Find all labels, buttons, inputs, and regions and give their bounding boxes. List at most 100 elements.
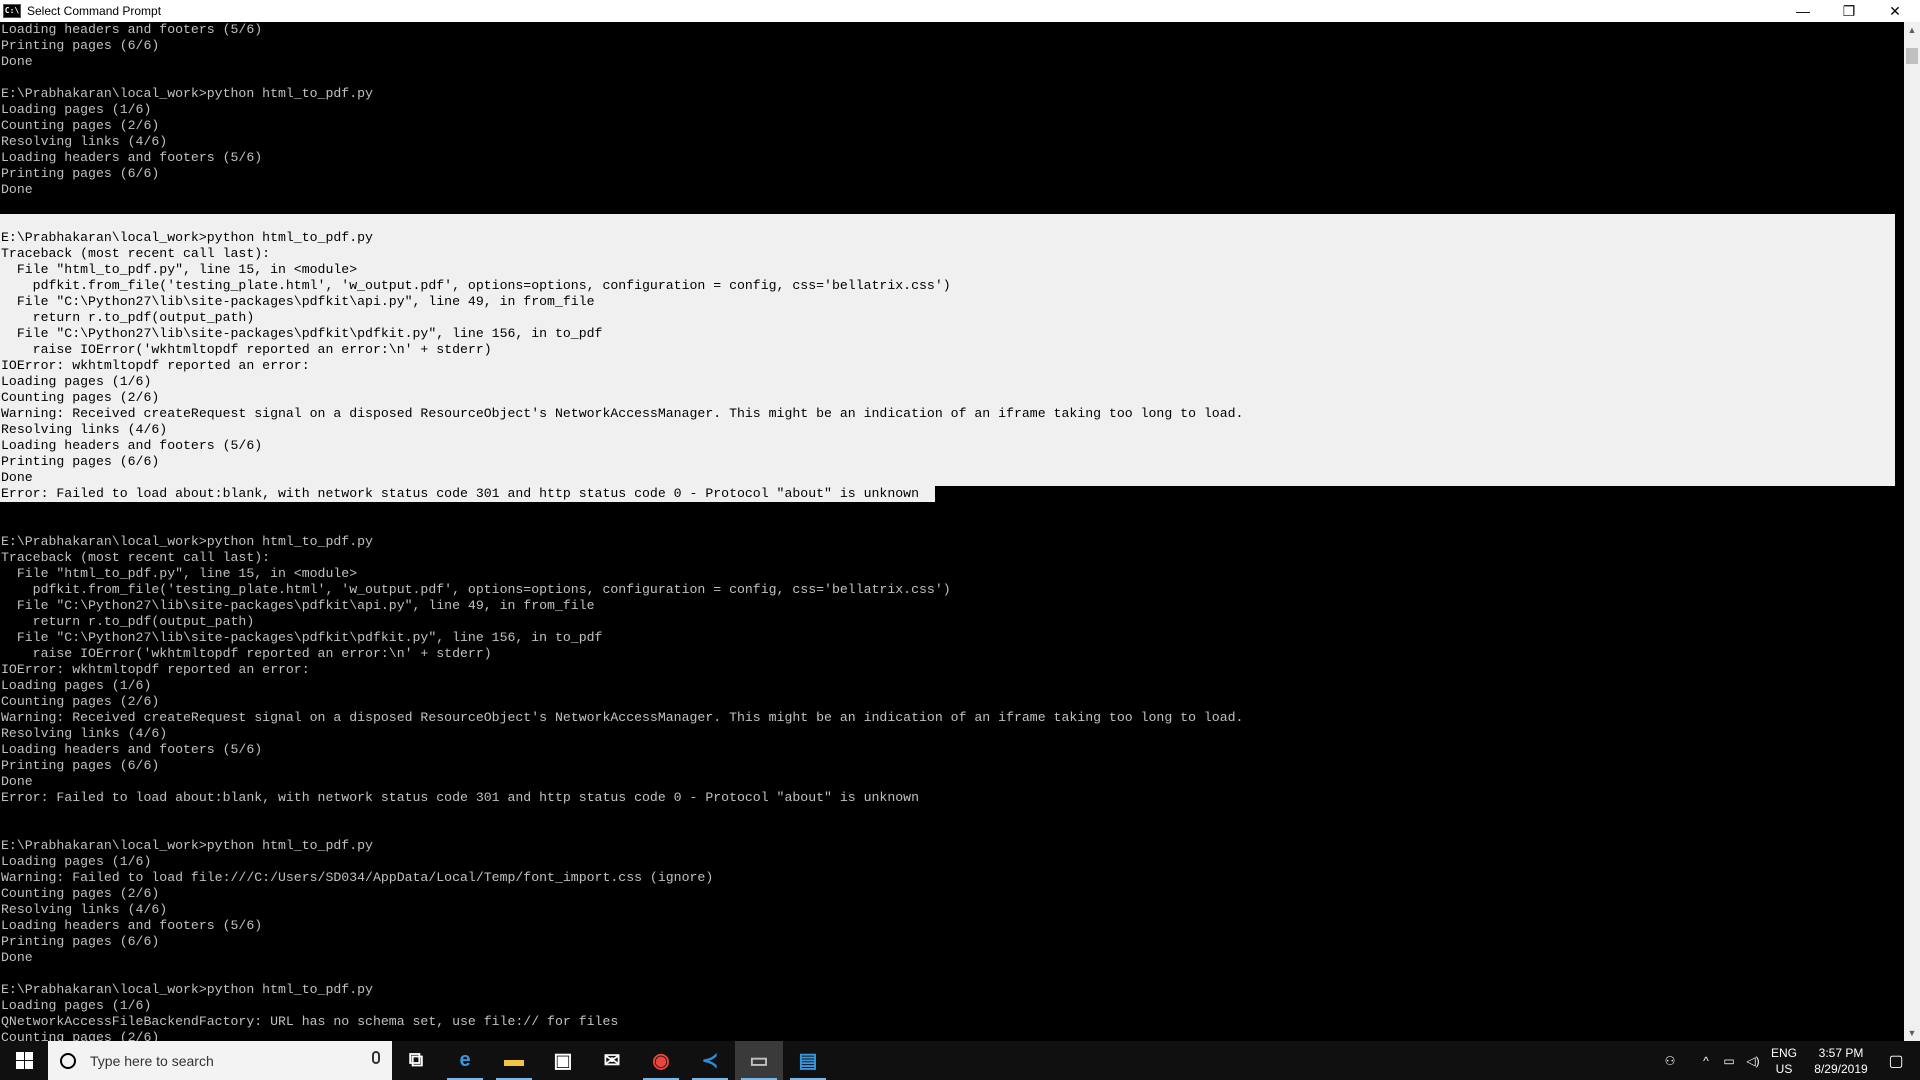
mail-icon: ✉ xyxy=(603,1050,621,1072)
console-line: Loading headers and footers (5/6) xyxy=(0,438,1895,454)
console-line: Loading pages (1/6) xyxy=(0,374,1895,390)
clock-date: 8/29/2019 xyxy=(1814,1061,1868,1076)
console-line: Loading pages (1/6) xyxy=(1,678,152,693)
console-line: pdfkit.from_file('testing_plate.html', '… xyxy=(1,582,951,597)
console-line: Resolving links (4/6) xyxy=(0,422,1895,438)
console-line: Warning: Received createRequest signal o… xyxy=(1,710,1244,725)
console-line: E:\Prabhakaran\local_work>python html_to… xyxy=(1,86,373,101)
taskbar-app-edge[interactable]: e xyxy=(441,1041,489,1080)
scrollbar-thumb[interactable] xyxy=(1906,48,1918,64)
console-line: Loading headers and footers (5/6) xyxy=(1,150,263,165)
action-center-icon[interactable]: ▢ xyxy=(1878,1041,1914,1080)
chrome-icon: ◉ xyxy=(652,1050,670,1072)
taskbar: Type here to search ⧉ e ▬ ▣ ✉ ◉ ≺ ▭ ▤ ⚇ ^ ▭ ◁) E… xyxy=(0,1041,1920,1080)
vertical-scrollbar[interactable]: ▲ ▼ xyxy=(1904,22,1920,1041)
taskbar-app-chrome[interactable]: ◉ xyxy=(637,1041,685,1080)
minimize-button[interactable]: — xyxy=(1780,0,1826,22)
console-line: Loading headers and footers (5/6) xyxy=(1,742,263,757)
console-line: Counting pages (2/6) xyxy=(1,886,160,901)
clock[interactable]: 3:57 PM 8/29/2019 xyxy=(1806,1041,1876,1080)
console-line: Resolving links (4/6) xyxy=(1,134,168,149)
microphone-icon[interactable] xyxy=(372,1051,380,1064)
language-code: ENG xyxy=(1770,1045,1797,1060)
store-icon: ▣ xyxy=(553,1050,573,1072)
console-line: Traceback (most recent call last): xyxy=(0,246,1895,262)
console-line: E:\Prabhakaran\local_work>python html_to… xyxy=(1,982,373,997)
console-line: Traceback (most recent call last): xyxy=(1,550,271,565)
taskbar-app-mail[interactable]: ✉ xyxy=(588,1041,636,1080)
console-line: File "html_to_pdf.py", line 15, in <modu… xyxy=(0,262,1895,278)
console-line: Error: Failed to load about:blank, with … xyxy=(0,486,935,502)
scroll-down-arrow-icon[interactable]: ▼ xyxy=(1904,1025,1920,1041)
command-prompt-icon: ▭ xyxy=(749,1050,769,1072)
console-line: QNetworkAccessFileBackendFactory: URL ha… xyxy=(1,1014,619,1029)
cortana-icon xyxy=(60,1052,76,1069)
console-line: Counting pages (2/6) xyxy=(1,694,160,709)
window-title: Select Command Prompt xyxy=(27,4,162,18)
show-hidden-icons-icon[interactable]: ^ xyxy=(1696,1041,1716,1080)
remote-desktop-icon: ▤ xyxy=(798,1050,818,1072)
console-line xyxy=(0,214,1895,230)
taskbar-app-task-view[interactable]: ⧉ xyxy=(392,1041,440,1080)
console-line: Done xyxy=(1,54,33,69)
console-line: pdfkit.from_file('testing_plate.html', '… xyxy=(0,278,1895,294)
console-line: Loading pages (1/6) xyxy=(1,998,152,1013)
console-line: Counting pages (2/6) xyxy=(1,118,160,133)
network-icon[interactable]: ▭ xyxy=(1718,1041,1740,1080)
windows-logo-icon xyxy=(15,1052,33,1069)
console-line: Loading headers and footers (5/6) xyxy=(1,918,263,933)
console-line: IOError: wkhtmltopdf reported an error: xyxy=(0,358,1895,374)
taskbar-app-store[interactable]: ▣ xyxy=(539,1041,587,1080)
console-line: E:\Prabhakaran\local_work>python html_to… xyxy=(1,838,373,853)
console-line: Done xyxy=(1,950,33,965)
taskbar-search-box[interactable]: Type here to search xyxy=(48,1041,392,1080)
scroll-up-arrow-icon[interactable]: ▲ xyxy=(1904,22,1920,38)
volume-icon[interactable]: ◁) xyxy=(1742,1041,1764,1080)
keyboard-layout: US xyxy=(1775,1061,1793,1076)
close-button[interactable]: ✕ xyxy=(1872,0,1918,22)
console-line: raise IOError('wkhtmltopdf reported an e… xyxy=(1,646,492,661)
console-line: Printing pages (6/6) xyxy=(1,38,160,53)
console-line: Done xyxy=(1,182,33,197)
console-line: File "C:\Python27\lib\site-packages\pdfk… xyxy=(0,326,1895,342)
console-line: Loading headers and footers (5/6) xyxy=(1,22,263,37)
console-line: Counting pages (2/6) xyxy=(0,390,1895,406)
console-line: File "C:\Python27\lib\site-packages\pdfk… xyxy=(1,598,595,613)
console-line: Warning: Failed to load file:///C:/Users… xyxy=(1,870,714,885)
search-placeholder: Type here to search xyxy=(90,1052,214,1069)
language-indicator[interactable]: ENG US xyxy=(1766,1041,1802,1080)
edge-icon: e xyxy=(459,1049,471,1071)
console-line: Resolving links (4/6) xyxy=(1,726,168,741)
taskbar-app-command-prompt[interactable]: ▭ xyxy=(735,1041,783,1080)
console-line: Done xyxy=(1,774,33,789)
console-output[interactable]: Loading headers and footers (5/6) Printin… xyxy=(0,22,1904,1041)
people-icon[interactable]: ⚇ xyxy=(1652,1041,1688,1080)
console-line: File "html_to_pdf.py", line 15, in <modu… xyxy=(1,566,358,581)
console-line: return r.to_pdf(output_path) xyxy=(1,614,255,629)
command-prompt-icon: C:\ xyxy=(3,4,21,18)
console-line: Printing pages (6/6) xyxy=(0,454,1895,470)
taskbar-app-vscode[interactable]: ≺ xyxy=(686,1041,734,1080)
console-line: E:\Prabhakaran\local_work>python html_to… xyxy=(1,534,373,549)
vscode-icon: ≺ xyxy=(701,1050,719,1072)
maximize-button[interactable]: ❐ xyxy=(1826,0,1872,22)
console-line: File "C:\Python27\lib\site-packages\pdfk… xyxy=(0,294,1895,310)
console-line: Loading pages (1/6) xyxy=(1,102,152,117)
taskbar-app-remote-desktop[interactable]: ▤ xyxy=(784,1041,832,1080)
console-line: IOError: wkhtmltopdf reported an error: xyxy=(1,662,310,677)
console-line: Counting pages (2/6) xyxy=(1,1030,160,1041)
console-line: Warning: Received createRequest signal o… xyxy=(0,406,1895,422)
console-line: Resolving links (4/6) xyxy=(1,902,168,917)
taskbar-app-file-explorer[interactable]: ▬ xyxy=(490,1041,538,1080)
console-line: Printing pages (6/6) xyxy=(1,758,160,773)
title-bar[interactable]: C:\ Select Command Prompt — ❐ ✕ xyxy=(0,0,1920,22)
start-button[interactable] xyxy=(0,1041,48,1080)
clock-time: 3:57 PM xyxy=(1818,1045,1864,1060)
